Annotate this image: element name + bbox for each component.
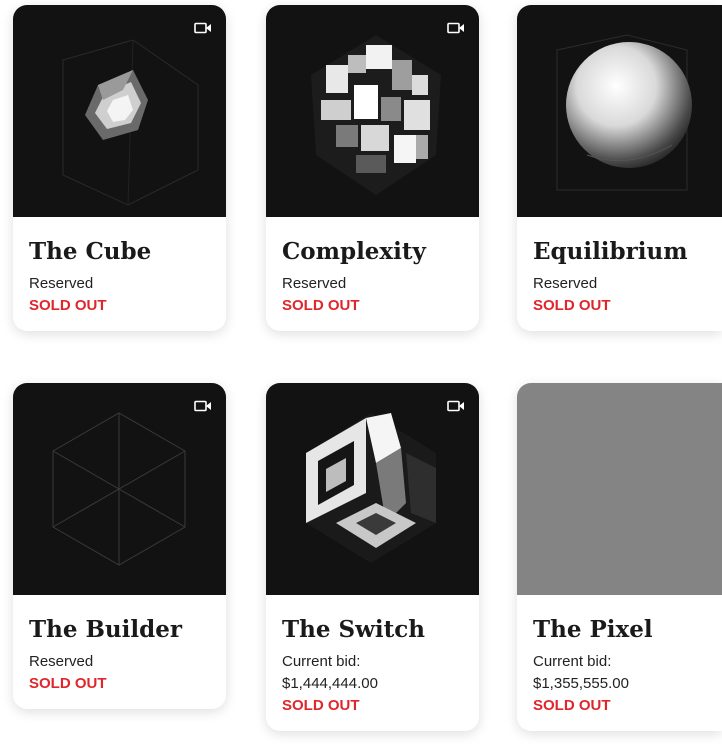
artwork-image[interactable] xyxy=(266,5,479,217)
video-camera-icon xyxy=(447,22,464,34)
switch-artwork xyxy=(306,413,436,563)
status-text: Reserved xyxy=(29,653,94,671)
artwork-title[interactable]: Complexity xyxy=(282,238,463,265)
artwork-title[interactable]: The Switch xyxy=(282,616,463,643)
current-bid-amount: $1,355,555.00 xyxy=(533,675,629,693)
complexity-artwork xyxy=(311,35,441,195)
sold-out-label: SOLD OUT xyxy=(29,297,107,315)
artwork-card-the-cube[interactable]: The Cube Reserved SOLD OUT xyxy=(13,5,226,332)
current-bid-amount: $1,444,444.00 xyxy=(282,675,378,693)
status-text: Reserved xyxy=(533,275,598,293)
artwork-image-placeholder[interactable] xyxy=(517,383,722,595)
status-text: Reserved xyxy=(29,275,94,293)
artwork-image[interactable] xyxy=(13,5,226,217)
video-camera-icon xyxy=(194,22,211,34)
artwork-title[interactable]: The Builder xyxy=(29,616,210,643)
sold-out-label: SOLD OUT xyxy=(533,697,611,715)
video-camera-icon xyxy=(194,400,211,412)
status-text: Reserved xyxy=(282,275,347,293)
equilibrium-artwork xyxy=(556,34,692,191)
current-bid-label: Current bid: xyxy=(282,653,361,671)
artwork-card-equilibrium[interactable]: Equilibrium Reserved SOLD OUT xyxy=(517,5,722,332)
artwork-card-the-builder[interactable]: The Builder Reserved SOLD OUT xyxy=(13,383,226,710)
builder-artwork xyxy=(52,412,186,566)
artwork-title[interactable]: The Cube xyxy=(29,238,210,265)
artwork-card-the-pixel[interactable]: The Pixel Current bid: $1,355,555.00 SOL… xyxy=(517,383,722,732)
video-camera-icon xyxy=(447,400,464,412)
artwork-image[interactable] xyxy=(266,383,479,595)
sold-out-label: SOLD OUT xyxy=(29,675,107,693)
artwork-card-complexity[interactable]: Complexity Reserved SOLD OUT xyxy=(266,5,479,332)
artwork-title[interactable]: The Pixel xyxy=(533,616,706,643)
artwork-image[interactable] xyxy=(13,383,226,595)
artwork-title[interactable]: Equilibrium xyxy=(533,238,706,265)
artwork-card-the-switch[interactable]: The Switch Current bid: $1,444,444.00 SO… xyxy=(266,383,479,732)
sold-out-label: SOLD OUT xyxy=(533,297,611,315)
sold-out-label: SOLD OUT xyxy=(282,697,360,715)
artwork-image[interactable] xyxy=(517,5,722,217)
cube-artwork xyxy=(62,39,199,206)
sold-out-label: SOLD OUT xyxy=(282,297,360,315)
current-bid-label: Current bid: xyxy=(533,653,612,671)
